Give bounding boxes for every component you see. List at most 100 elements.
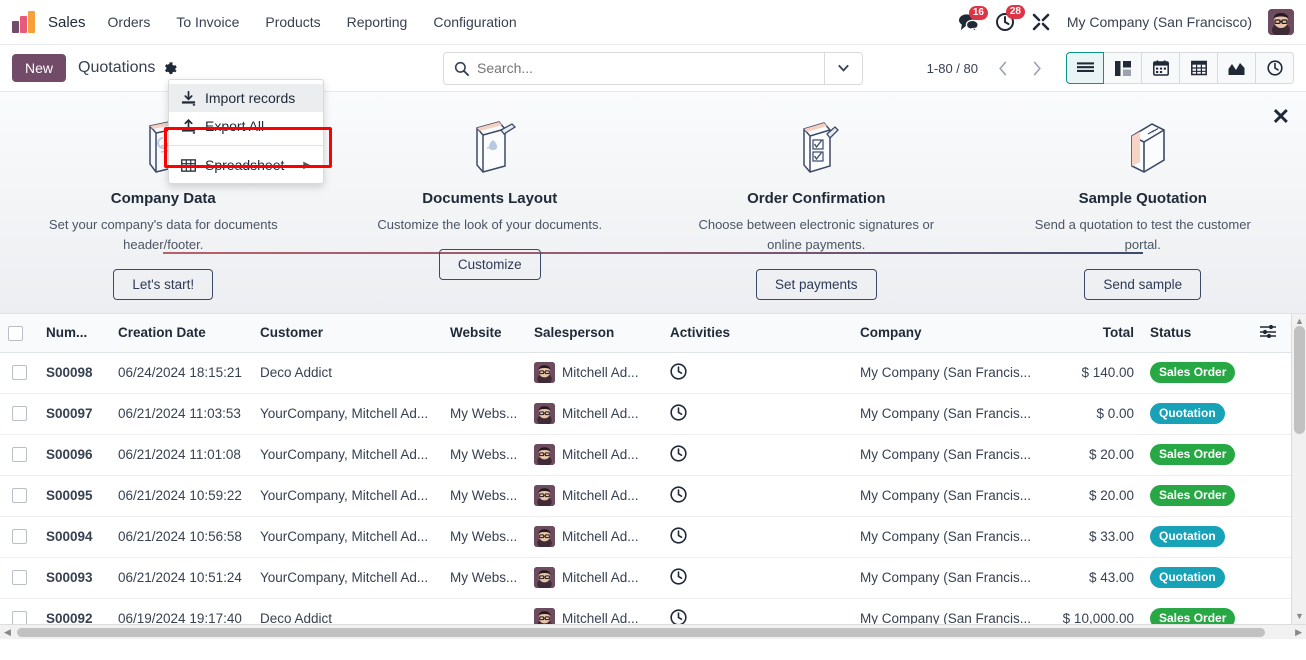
header-website[interactable]: Website (442, 314, 526, 353)
row-select-cell (0, 352, 38, 394)
header-total[interactable]: Total (1042, 314, 1142, 353)
nav-item-configuration[interactable]: Configuration (431, 10, 518, 34)
header-company[interactable]: Company (852, 314, 1042, 353)
table-row[interactable]: S00098 06/24/2024 18:15:21 Deco Addict M… (0, 352, 1291, 394)
cell-number: S00098 (38, 352, 110, 394)
salesperson-name: Mitchell Ad... (562, 570, 639, 585)
status-badge: Quotation (1150, 526, 1225, 547)
gear-dropdown-menu: Import records Export All Spreadsheet ▶ (168, 79, 324, 184)
select-all-checkbox[interactable] (8, 325, 23, 341)
cell-activities[interactable] (662, 434, 852, 476)
onboarding-title: Documents Layout (422, 190, 558, 207)
order-confirmation-icon (783, 114, 849, 176)
dropdown-item-import-records[interactable]: Import records (169, 84, 323, 112)
onboarding-button-lets-start[interactable]: Let's start! (113, 269, 214, 301)
activities-badge: 28 (1005, 5, 1025, 19)
cell-number: S00096 (38, 434, 110, 476)
search-dropdown-toggle[interactable] (824, 52, 862, 84)
table-row[interactable]: S00093 06/21/2024 10:51:24 YourCompany, … (0, 557, 1291, 599)
header-customer[interactable]: Customer (252, 314, 442, 353)
row-checkbox[interactable] (11, 365, 27, 381)
salesperson-avatar (534, 444, 555, 465)
developer-tools-button[interactable] (1031, 12, 1051, 32)
close-onboarding-button[interactable]: ✕ (1272, 106, 1290, 128)
row-checkbox[interactable] (11, 570, 27, 586)
cell-total: $ 33.00 (1042, 516, 1142, 558)
cell-activities[interactable] (662, 393, 852, 435)
nav-item-reporting[interactable]: Reporting (345, 10, 410, 34)
view-button-activity[interactable] (1256, 52, 1294, 84)
cell-spacer (1252, 557, 1291, 599)
vertical-scroll-thumb[interactable] (1294, 326, 1305, 434)
table-row[interactable]: S00095 06/21/2024 10:59:22 YourCompany, … (0, 475, 1291, 517)
header-salesperson[interactable]: Salesperson (526, 314, 662, 353)
header-creation-date[interactable]: Creation Date (110, 314, 252, 353)
header-status[interactable]: Status (1142, 314, 1252, 353)
chevron-left-icon (999, 60, 1007, 76)
user-avatar[interactable] (1268, 9, 1294, 35)
view-button-kanban[interactable] (1104, 52, 1142, 84)
table-body: S00098 06/24/2024 18:15:21 Deco Addict M… (0, 352, 1291, 639)
table-row[interactable]: S00097 06/21/2024 11:03:53 YourCompany, … (0, 393, 1291, 435)
salesperson-name: Mitchell Ad... (562, 447, 639, 462)
search-input[interactable] (477, 52, 824, 84)
row-checkbox[interactable] (11, 447, 27, 463)
view-switcher (1066, 52, 1294, 84)
cell-total: $ 0.00 (1042, 393, 1142, 435)
scroll-right-arrow-icon[interactable]: ▶ (1295, 627, 1302, 638)
scroll-down-arrow-icon[interactable]: ▼ (1295, 611, 1304, 621)
table-row[interactable]: S00094 06/21/2024 10:56:58 YourCompany, … (0, 516, 1291, 558)
optional-columns-button[interactable] (1252, 314, 1291, 353)
documents-layout-icon (457, 114, 523, 176)
breadcrumb[interactable]: Quotations (78, 59, 155, 77)
odoo-logo-icon[interactable] (12, 11, 38, 33)
row-checkbox[interactable] (11, 488, 27, 504)
dropdown-item-export-all[interactable]: Export All (169, 112, 323, 140)
export-icon (181, 118, 196, 134)
onboarding-button-customize[interactable]: Customize (438, 249, 541, 281)
app-name[interactable]: Sales (48, 14, 86, 31)
row-checkbox[interactable] (11, 529, 27, 545)
cell-activities[interactable] (662, 516, 852, 558)
cell-salesperson: Mitchell Ad... (526, 516, 662, 558)
header-number[interactable]: Num... (38, 314, 110, 353)
onboarding-button-set-payments[interactable]: Set payments (755, 269, 877, 301)
cell-activities[interactable] (662, 352, 852, 394)
avatar-image (1268, 9, 1294, 35)
vertical-scrollbar[interactable]: ▲ ▼ (1291, 314, 1306, 639)
view-button-list[interactable] (1066, 52, 1104, 84)
cell-creation-date: 06/21/2024 10:59:22 (110, 475, 252, 517)
company-switcher[interactable]: My Company (San Francisco) (1067, 14, 1252, 30)
horizontal-scroll-thumb[interactable] (17, 628, 1265, 637)
cell-status: Quotation (1142, 557, 1252, 599)
onboarding-button-send-sample[interactable]: Send sample (1084, 269, 1202, 301)
scroll-up-arrow-icon[interactable]: ▲ (1295, 316, 1304, 326)
onboarding-title: Order Confirmation (747, 190, 886, 207)
horizontal-scrollbar[interactable]: ◀ ▶ (0, 624, 1306, 639)
view-button-graph[interactable] (1218, 52, 1256, 84)
activities-button[interactable]: 28 (995, 5, 1025, 32)
table-row[interactable]: S00096 06/21/2024 11:01:08 YourCompany, … (0, 434, 1291, 476)
nav-item-products[interactable]: Products (263, 10, 322, 34)
row-checkbox[interactable] (11, 406, 27, 422)
settings-gear-button[interactable] (163, 61, 178, 76)
dropdown-item-spreadsheet[interactable]: Spreadsheet ▶ (169, 151, 323, 179)
messages-button[interactable]: 16 (958, 5, 988, 32)
search-bar[interactable] (443, 51, 863, 85)
header-activities[interactable]: Activities (662, 314, 852, 353)
nav-item-to-invoice[interactable]: To Invoice (174, 10, 241, 34)
cell-customer: Deco Addict (252, 352, 442, 394)
pager-previous-button[interactable] (986, 53, 1020, 83)
cell-activities[interactable] (662, 557, 852, 599)
cell-spacer (1252, 516, 1291, 558)
pager-next-button[interactable] (1020, 53, 1054, 83)
nav-item-orders[interactable]: Orders (106, 10, 153, 34)
new-button[interactable]: New (12, 54, 67, 82)
scroll-left-arrow-icon[interactable]: ◀ (4, 627, 11, 638)
activity-clock-icon (670, 567, 687, 585)
avatar-image (534, 362, 555, 383)
cell-activities[interactable] (662, 475, 852, 517)
view-button-calendar[interactable] (1142, 52, 1180, 84)
onboarding-card-documents-layout: Documents Layout Customize the look of y… (327, 92, 654, 313)
view-button-pivot[interactable] (1180, 52, 1218, 84)
